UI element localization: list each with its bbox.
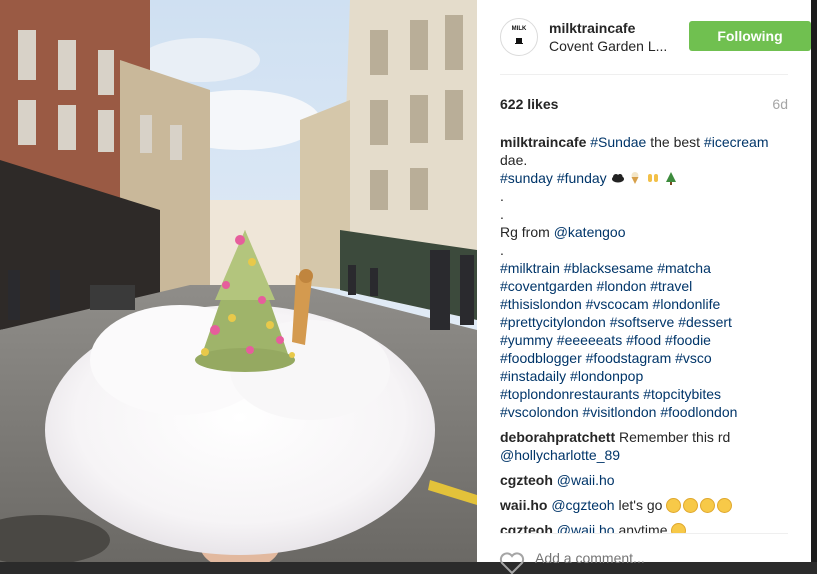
caption-line: milktraincafe #Sundae the best #icecream	[500, 133, 794, 151]
hashtag[interactable]: #foodstagram	[586, 350, 672, 366]
comment-continuation: @hollycharlotte_89	[500, 446, 794, 464]
hashtag[interactable]: #prettycitylondon	[500, 314, 606, 330]
hashtag[interactable]: #vscolondon	[500, 404, 579, 420]
hashtag-line: #vscolondon #visitlondon #foodlondon	[500, 403, 794, 421]
comment-username[interactable]: cgzteoh	[500, 522, 553, 533]
hashtag[interactable]: #londonpop	[570, 368, 643, 384]
hashtag-line: #milktrain #blacksesame #matcha	[500, 259, 794, 277]
hashtag[interactable]: #instadaily	[500, 368, 566, 384]
smile-icon	[683, 498, 699, 513]
hashtag[interactable]: #Sundae	[590, 134, 646, 150]
credit-text: Rg from	[500, 224, 554, 240]
hashtag[interactable]: #toplondonrestaurants	[500, 386, 639, 402]
hashtag[interactable]: #thisislondon	[500, 296, 582, 312]
hashtag[interactable]: #blacksesame	[564, 260, 654, 276]
smile-icon	[671, 523, 687, 533]
caption-credit: Rg from @katengoo	[500, 223, 794, 241]
mention[interactable]: @cgzteoh	[551, 497, 614, 513]
caption-dot: .	[500, 242, 504, 258]
hashtag-line: #foodblogger #foodstagram #vsco	[500, 349, 794, 367]
hashtag[interactable]: #foodblogger	[500, 350, 582, 366]
hashtag[interactable]: #coventgarden	[500, 278, 593, 294]
avatar[interactable]: MILK	[500, 18, 538, 56]
hashtag[interactable]: #vsco	[675, 350, 712, 366]
post-header: MILK milktraincafe Covent Garden L... Fo…	[500, 18, 811, 58]
hashtag[interactable]: #food	[626, 332, 661, 348]
comment-username[interactable]: waii.ho	[500, 497, 547, 513]
raised-hands-icon	[648, 174, 659, 182]
likes-count[interactable]: 622 likes	[500, 96, 558, 112]
post-location[interactable]: Covent Garden L...	[549, 38, 677, 54]
hashtag-line: #coventgarden #london #travel	[500, 277, 794, 295]
smile-icon	[717, 498, 733, 513]
comment: deborahpratchett Remember this rd	[500, 428, 794, 446]
mention[interactable]: @katengoo	[554, 224, 626, 240]
comment: waii.ho @cgzteoh let's go	[500, 496, 794, 514]
comment-text: let's go	[614, 497, 663, 513]
tree-icon	[666, 172, 677, 185]
hashtag-line: #yummy #eeeeeats #food #foodie	[500, 331, 794, 349]
mention[interactable]: @waii.ho	[557, 472, 615, 488]
hashtag[interactable]: #foodlondon	[660, 404, 737, 420]
comments-list[interactable]: milktraincafe #Sundae the best #icecream…	[500, 133, 794, 533]
following-button[interactable]: Following	[689, 21, 811, 51]
comment-text: Remember this rd	[615, 429, 731, 445]
hashtag[interactable]: #eeeeeats	[557, 332, 622, 348]
caption-dot: .	[500, 206, 504, 222]
hashtag[interactable]: #icecream	[704, 134, 769, 150]
smile-icon	[700, 498, 716, 513]
hashtag-line: #toplondonrestaurants #topcitybites	[500, 385, 794, 403]
hashtag[interactable]: #sunday	[500, 170, 553, 186]
hashtag[interactable]: #funday	[557, 170, 607, 186]
hashtag[interactable]: #milktrain	[500, 260, 560, 276]
post-username[interactable]: milktraincafe	[549, 20, 635, 36]
post-details-panel: MILK milktraincafe Covent Garden L... Fo…	[477, 0, 811, 574]
caption-username[interactable]: milktraincafe	[500, 134, 586, 150]
comment: cgzteoh @waii.ho anytime	[500, 521, 794, 533]
smile-icon	[666, 498, 682, 513]
hashtag[interactable]: #topcitybites	[643, 386, 721, 402]
hashtag[interactable]: #travel	[650, 278, 692, 294]
hashtag-line: #instadaily #londonpop	[500, 367, 794, 385]
hashtag[interactable]: #dessert	[678, 314, 732, 330]
comment-text: anytime	[614, 522, 668, 533]
post-age[interactable]: 6d	[772, 96, 788, 112]
hashtag[interactable]: #foodie	[665, 332, 711, 348]
divider	[500, 533, 788, 534]
mention[interactable]: @waii.ho	[557, 522, 615, 533]
comment: cgzteoh @waii.ho	[500, 471, 794, 489]
street-photo-image	[0, 0, 477, 562]
hashtag[interactable]: #london	[597, 278, 647, 294]
caption-line: dae.	[500, 152, 528, 168]
hashtag-line: #prettycitylondon #softserve #dessert	[500, 313, 794, 331]
hashtag[interactable]: #yummy	[500, 332, 553, 348]
comment-username[interactable]: deborahpratchett	[500, 429, 615, 445]
divider	[500, 74, 788, 75]
window-edge	[811, 0, 817, 562]
hashtag[interactable]: #matcha	[657, 260, 711, 276]
mention[interactable]: @hollycharlotte_89	[500, 447, 620, 463]
heart-icon[interactable]	[499, 552, 525, 574]
ice-cream-icon	[631, 172, 639, 184]
caption-dot: .	[500, 188, 504, 204]
train-icon	[515, 38, 523, 44]
comment-username[interactable]: cgzteoh	[500, 472, 553, 488]
post-photo[interactable]	[0, 0, 477, 562]
hashtag[interactable]: #visitlondon	[583, 404, 657, 420]
hashtag[interactable]: #londonlife	[653, 296, 721, 312]
add-comment-input[interactable]	[535, 550, 755, 566]
caption-text: the best	[646, 134, 704, 150]
hashtag[interactable]: #vscocam	[586, 296, 649, 312]
hashtag[interactable]: #softserve	[610, 314, 675, 330]
avatar-logo-text: MILK	[511, 26, 527, 32]
caption-line: #sunday #funday	[500, 169, 794, 187]
hashtag-line: #thisislondon #vscocam #londonlife	[500, 295, 794, 313]
cloud-icon	[611, 174, 624, 183]
